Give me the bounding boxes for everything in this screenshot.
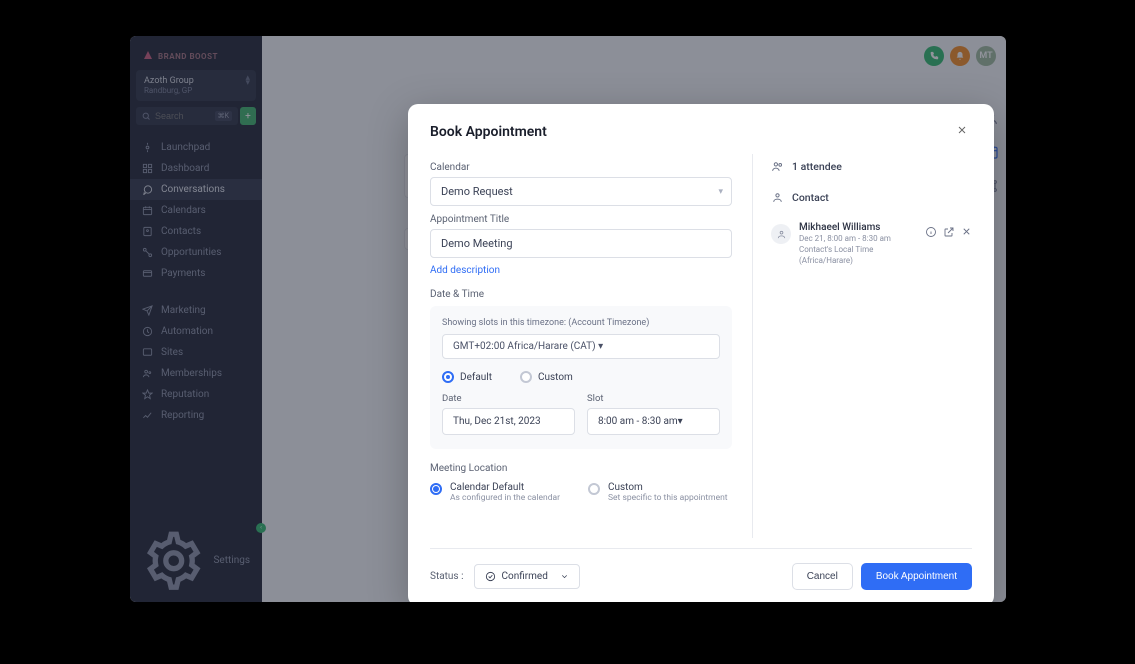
cancel-button[interactable]: Cancel (792, 563, 853, 590)
datetime-label: Date & Time (430, 289, 732, 300)
check-circle-icon (485, 571, 496, 582)
radio-icon (520, 371, 532, 383)
modal-title: Book Appointment (430, 124, 547, 140)
location-label: Meeting Location (430, 463, 732, 474)
slot-label: Slot (587, 393, 720, 404)
book-appointment-modal: Book Appointment Calendar Demo Request ▾… (408, 104, 994, 602)
chevron-down-icon (560, 572, 569, 581)
title-input[interactable]: Demo Meeting (430, 229, 732, 258)
info-button[interactable] (925, 226, 937, 241)
title-label: Appointment Title (430, 214, 732, 225)
contact-localtime: Contact's Local Time (799, 244, 891, 255)
date-input[interactable]: Thu, Dec 21st, 2023 (442, 408, 575, 435)
contact-card: Mikhaeel Williams Dec 21, 8:00 am - 8:30… (771, 216, 972, 273)
status-label: Status : (430, 571, 464, 582)
remove-contact-button[interactable] (961, 226, 972, 241)
external-link-icon (943, 226, 955, 238)
status-row: Status : Confirmed (430, 564, 580, 589)
open-button[interactable] (943, 226, 955, 241)
date-label: Date (442, 393, 575, 404)
contact-tz: (Africa/Harare) (799, 255, 891, 266)
contact-time: Dec 21, 8:00 am - 8:30 am (799, 233, 891, 244)
add-description-link[interactable]: Add description (430, 265, 500, 276)
datetime-box: Showing slots in this timezone: (Account… (430, 306, 732, 449)
chevron-down-icon: ▾ (678, 416, 683, 427)
chevron-down-icon: ▾ (598, 341, 603, 352)
close-icon (956, 124, 968, 136)
close-icon (961, 226, 972, 237)
close-button[interactable] (952, 120, 972, 144)
calendar-label: Calendar (430, 162, 732, 173)
attendees-icon (771, 160, 784, 173)
contact-icon (771, 191, 784, 204)
calendar-select[interactable]: Demo Request ▾ (430, 177, 732, 206)
book-appointment-button[interactable]: Book Appointment (861, 563, 972, 590)
timezone-select[interactable]: GMT+02:00 Africa/Harare (CAT) ▾ (442, 334, 720, 359)
contact-heading: Contact (771, 185, 972, 216)
timezone-hint: Showing slots in this timezone: (Account… (442, 318, 720, 328)
location-custom-radio[interactable]: Custom Set specific to this appointment (588, 482, 728, 503)
radio-icon (430, 483, 442, 495)
mode-default-radio[interactable]: Default (442, 371, 492, 383)
mode-custom-radio[interactable]: Custom (520, 371, 573, 383)
radio-icon (588, 483, 600, 495)
location-default-radio[interactable]: Calendar Default As configured in the ca… (430, 482, 560, 503)
chevron-down-icon: ▾ (718, 187, 723, 197)
person-icon (776, 229, 787, 240)
attendee-count: 1 attendee (771, 154, 972, 185)
contact-name: Mikhaeel Williams (799, 222, 891, 233)
slot-select[interactable]: 8:00 am - 8:30 am▾ (587, 408, 720, 435)
contact-avatar (771, 224, 791, 244)
info-icon (925, 226, 937, 238)
radio-icon (442, 371, 454, 383)
status-select[interactable]: Confirmed (474, 564, 580, 589)
